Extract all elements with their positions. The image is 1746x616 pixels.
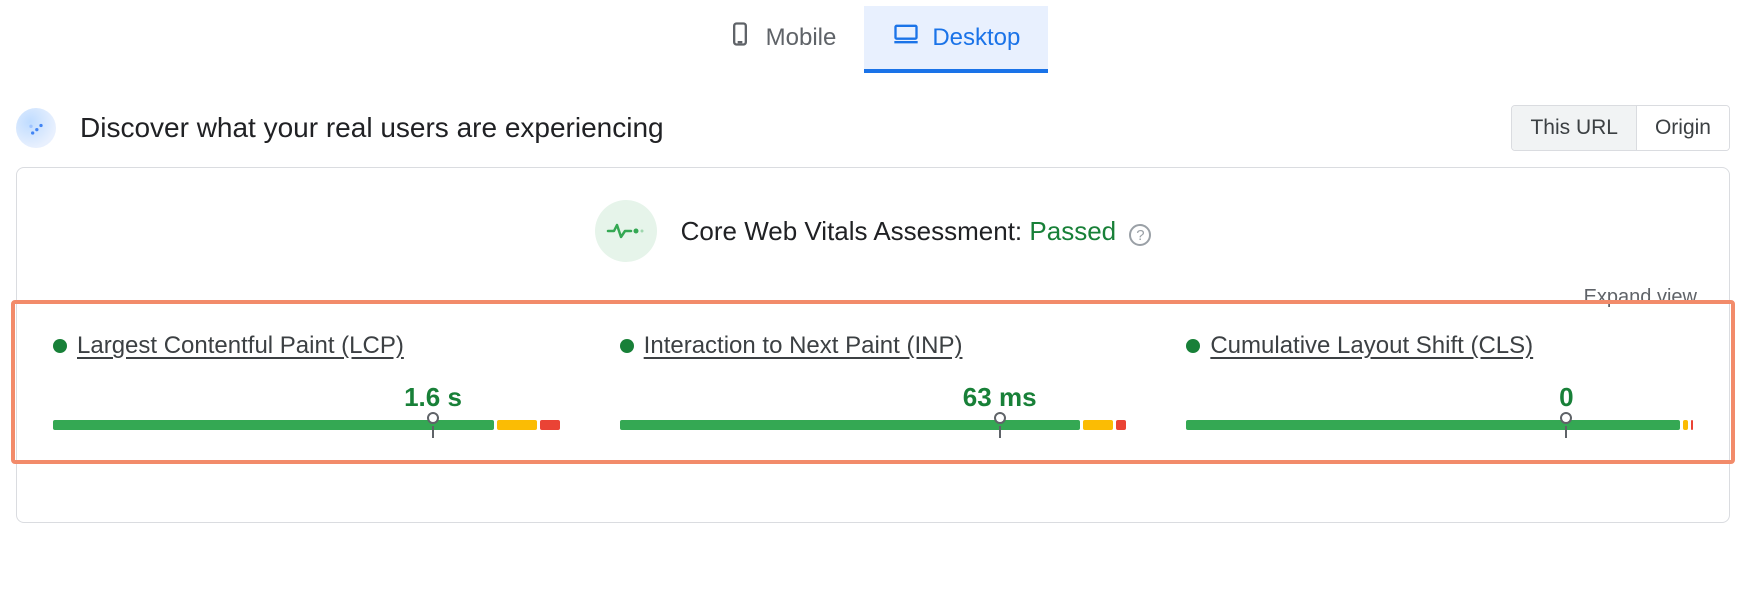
bar-segment-orange (1683, 420, 1688, 430)
metric-lcp-value: 1.6 s (404, 382, 462, 413)
bar-segment-red (1116, 420, 1126, 430)
vitals-pass-icon (595, 200, 657, 262)
metric-cls-name[interactable]: Cumulative Layout Shift (CLS) (1210, 332, 1533, 360)
status-dot-icon (53, 339, 67, 353)
tab-desktop[interactable]: Desktop (864, 6, 1048, 73)
assessment-row: Core Web Vitals Assessment: Passed ? (49, 200, 1697, 262)
metric-inp-value: 63 ms (963, 382, 1037, 413)
vitals-card: Core Web Vitals Assessment: Passed ? Exp… (16, 167, 1730, 523)
metric-lcp-value-wrap: 1.6 s (53, 382, 560, 412)
metric-cls-header: Cumulative Layout Shift (CLS) (1186, 332, 1693, 360)
section-title: Discover what your real users are experi… (80, 112, 664, 144)
tab-mobile-label: Mobile (766, 24, 837, 52)
scope-toggle: This URL Origin (1511, 105, 1730, 151)
tab-mobile[interactable]: Mobile (698, 6, 865, 73)
metric-cls-value-wrap: 0 (1186, 382, 1693, 412)
metric-inp-header: Interaction to Next Paint (INP) (620, 332, 1127, 360)
scope-origin-button[interactable]: Origin (1636, 106, 1729, 150)
bar-marker-icon (994, 412, 1006, 424)
metric-cls-value: 0 (1559, 382, 1573, 413)
metric-inp-bar (620, 420, 1127, 430)
bar-segment-orange (497, 420, 537, 430)
scope-this-url-button[interactable]: This URL (1512, 106, 1636, 150)
metric-lcp-bar (53, 420, 560, 430)
help-icon[interactable]: ? (1129, 224, 1151, 246)
bar-segment-green (620, 420, 1081, 430)
mobile-icon (726, 20, 754, 55)
users-icon (16, 108, 56, 148)
metrics-row: Largest Contentful Paint (LCP) 1.6 s Int… (53, 332, 1693, 430)
bar-segment-green (1186, 420, 1679, 430)
metric-lcp: Largest Contentful Paint (LCP) 1.6 s (53, 332, 560, 430)
metric-cls: Cumulative Layout Shift (CLS) 0 (1186, 332, 1693, 430)
status-dot-icon (1186, 339, 1200, 353)
metric-lcp-header: Largest Contentful Paint (LCP) (53, 332, 560, 360)
metric-lcp-name[interactable]: Largest Contentful Paint (LCP) (77, 332, 404, 360)
bar-marker-icon (427, 412, 439, 424)
tab-desktop-label: Desktop (932, 24, 1020, 52)
assessment-result: Passed (1029, 216, 1116, 246)
metrics-highlight: Largest Contentful Paint (LCP) 1.6 s Int… (11, 300, 1735, 464)
metric-inp-name[interactable]: Interaction to Next Paint (INP) (644, 332, 963, 360)
device-tabs: Mobile Desktop (0, 6, 1746, 73)
metric-cls-bar (1186, 420, 1693, 430)
bar-segment-red (1691, 420, 1694, 430)
metric-inp: Interaction to Next Paint (INP) 63 ms (620, 332, 1127, 430)
status-dot-icon (620, 339, 634, 353)
section-header-left: Discover what your real users are experi… (16, 108, 664, 148)
metric-inp-value-wrap: 63 ms (620, 382, 1127, 412)
bar-segment-red (540, 420, 560, 430)
section-header: Discover what your real users are experi… (16, 105, 1730, 151)
bar-segment-orange (1083, 420, 1113, 430)
bar-marker-icon (1560, 412, 1572, 424)
assessment-text: Core Web Vitals Assessment: Passed ? (681, 216, 1152, 247)
desktop-icon (892, 20, 920, 55)
assessment-label: Core Web Vitals Assessment: (681, 216, 1030, 246)
